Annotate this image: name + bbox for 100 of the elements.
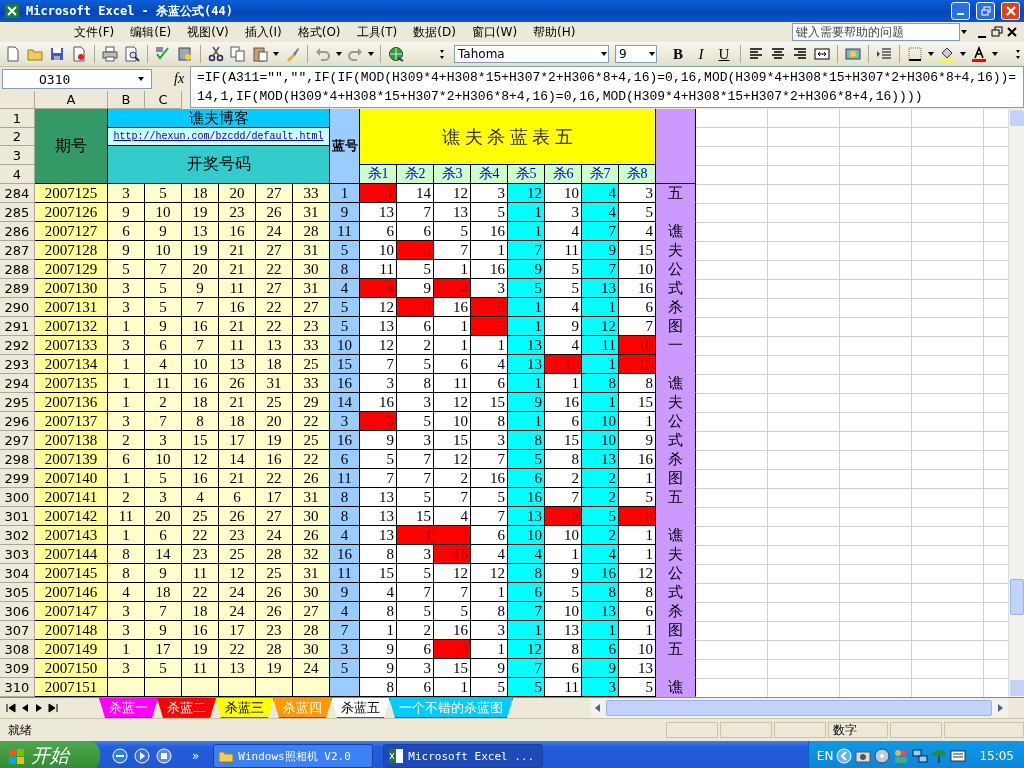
menu-item[interactable]: 工具(T) (348, 23, 406, 41)
row-header[interactable]: 305 (0, 583, 35, 602)
hyperlink-icon[interactable] (388, 46, 404, 62)
dropdown-caret-icon[interactable] (648, 50, 656, 58)
row-header[interactable]: 307 (0, 621, 35, 640)
menu-item[interactable]: 窗口(W) (463, 23, 526, 41)
menu-item[interactable]: 视图(V) (179, 23, 237, 41)
dropdown-caret-icon[interactable] (137, 75, 145, 83)
row-header[interactable]: 293 (0, 355, 35, 374)
new-document-icon[interactable] (5, 46, 21, 62)
formula-field[interactable]: =IF(A311="","",IF(IF(MOD(H309*4+H308*15+H307*2+H306*8+4,16)=0,16,MOD(H309*4+H308*15+H307*2+H306*8+4,16))=14,1,IF(MOD(H309*4+H308*15+H307*2+H306*8+4,16)=0,16,MOD(H309*4+H308*15+H307*2+H306*8+4,16)))) (190, 66, 1024, 108)
print-icon[interactable] (102, 46, 118, 62)
borders-icon[interactable] (907, 46, 923, 62)
dropdown-caret-icon[interactable] (927, 50, 935, 58)
dropdown-caret-icon[interactable] (960, 28, 968, 36)
sheet-tab[interactable]: 杀蓝二 (157, 698, 216, 718)
camera-icon[interactable] (855, 748, 872, 764)
last-sheet-icon[interactable] (48, 703, 58, 713)
restore-button[interactable] (976, 2, 995, 20)
row-header[interactable]: 300 (0, 488, 35, 507)
horizontal-scrollbar[interactable] (590, 698, 1008, 718)
format-button[interactable]: B (667, 44, 689, 64)
menu-item[interactable]: 编辑(E) (122, 23, 180, 41)
column-header[interactable]: B (108, 91, 145, 109)
row-header[interactable]: 291 (0, 317, 35, 336)
dropdown-caret-icon[interactable] (959, 50, 967, 58)
taskbar-button[interactable]: Windows照相机 V2.0 (213, 744, 374, 768)
row-header[interactable]: 303 (0, 545, 35, 564)
row-header[interactable]: 302 (0, 526, 35, 545)
row-header[interactable]: 301 (0, 507, 35, 526)
print-preview-icon[interactable] (124, 46, 140, 62)
row-header[interactable]: 289 (0, 279, 35, 298)
row-header[interactable]: 285 (0, 203, 35, 222)
help-search-field[interactable]: 键入需要帮助的问题 (792, 23, 960, 41)
copy-icon[interactable] (230, 46, 246, 62)
row-header[interactable]: 2 (0, 128, 35, 146)
row-header[interactable]: 297 (0, 431, 35, 450)
permission-icon[interactable] (71, 46, 87, 62)
umbrella-icon[interactable] (931, 748, 948, 764)
format-button[interactable]: U (713, 44, 735, 64)
row-header[interactable]: 3 (0, 146, 35, 165)
save-icon[interactable] (49, 46, 65, 62)
cut-icon[interactable] (208, 46, 224, 62)
row-header[interactable]: 284 (0, 184, 35, 203)
row-header[interactable]: 290 (0, 298, 35, 317)
row-header[interactable]: 310 (0, 678, 35, 697)
previous-sheet-icon[interactable] (20, 703, 30, 713)
row-header[interactable]: 292 (0, 336, 35, 355)
input-method-icon[interactable] (950, 748, 967, 764)
disc-icon[interactable] (874, 748, 891, 764)
row-header[interactable]: 309 (0, 659, 35, 678)
format-button[interactable]: I (690, 44, 712, 64)
row-header[interactable]: 308 (0, 640, 35, 659)
font-color-icon[interactable] (971, 46, 987, 62)
row-header[interactable]: 304 (0, 564, 35, 583)
vertical-scrollbar[interactable] (1008, 109, 1024, 697)
name-box[interactable]: O310 (2, 69, 152, 89)
indent-icon[interactable] (876, 46, 892, 62)
dropdown-caret-icon[interactable] (991, 50, 999, 58)
row-header[interactable]: 306 (0, 602, 35, 621)
column-header[interactable]: C (145, 91, 182, 109)
first-sheet-icon[interactable] (6, 703, 16, 713)
merge-cells-icon[interactable] (814, 46, 830, 62)
menu-item[interactable]: 格式(O) (289, 23, 349, 41)
next-sheet-icon[interactable] (34, 703, 44, 713)
row-header[interactable]: 294 (0, 374, 35, 393)
paste-icon[interactable] (252, 46, 268, 62)
align-right-icon[interactable] (792, 46, 808, 62)
taskbar-button[interactable]: Microsoft Excel ... (383, 744, 544, 768)
dropdown-caret-icon[interactable] (272, 50, 280, 58)
close-icon[interactable] (1006, 26, 1018, 38)
close-button[interactable] (1001, 2, 1020, 20)
menu-item[interactable]: 数据(D) (405, 23, 464, 41)
column-header[interactable]: A (35, 91, 108, 109)
open-folder-icon[interactable] (27, 46, 43, 62)
row-header[interactable]: 295 (0, 393, 35, 412)
row-header[interactable]: 1 (0, 109, 35, 128)
sheet-tab[interactable]: 杀蓝五 (331, 698, 390, 718)
minimize-button[interactable] (951, 2, 970, 20)
dropdown-caret-icon[interactable] (335, 50, 343, 58)
row-header[interactable]: 286 (0, 222, 35, 241)
insert-function-button[interactable]: fx (174, 71, 185, 87)
media-player-icon[interactable] (134, 748, 150, 764)
menu-item[interactable]: 帮助(H) (525, 23, 584, 41)
quick-launch-chevron[interactable]: » (192, 749, 200, 763)
row-header[interactable]: 288 (0, 260, 35, 279)
dropdown-caret-icon[interactable] (600, 50, 608, 58)
network-icon[interactable] (912, 748, 929, 764)
align-left-icon[interactable] (748, 46, 764, 62)
row-header[interactable]: 299 (0, 469, 35, 488)
row-header[interactable]: 296 (0, 412, 35, 431)
spelling-icon[interactable] (155, 46, 171, 62)
font-size-field[interactable]: 9 (615, 45, 657, 63)
menu-item[interactable]: 插入(I) (236, 23, 290, 41)
link[interactable]: http://hexun.com/bzcdd/default.html (108, 128, 330, 146)
row-header[interactable]: 287 (0, 241, 35, 260)
row-header[interactable]: 298 (0, 450, 35, 469)
start-button[interactable]: 开始 (0, 741, 100, 768)
sheet-tab[interactable]: 杀蓝三 (215, 698, 274, 718)
fill-color-icon[interactable] (939, 46, 955, 62)
